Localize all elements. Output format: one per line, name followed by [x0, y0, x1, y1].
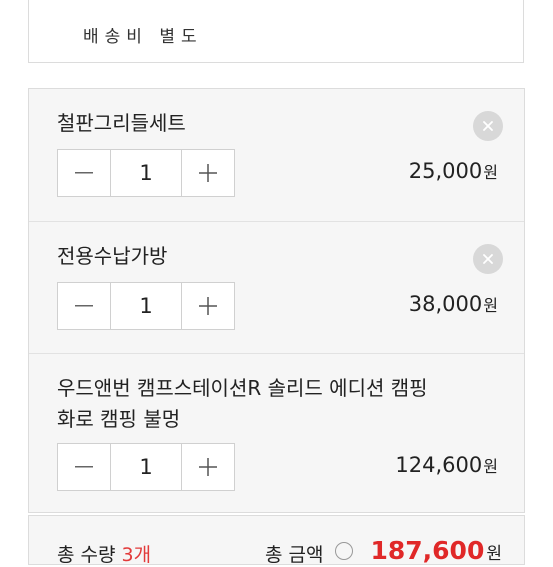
remove-item-button[interactable] — [473, 244, 503, 274]
decrease-quantity-button[interactable] — [58, 283, 110, 329]
selected-items-list: 철판그리들세트 1 25,000원 전용수납가방 1 38,000원 우드앤번 … — [28, 88, 525, 513]
selected-item: 철판그리들세트 1 25,000원 — [29, 89, 524, 221]
item-price-value: 124,600 — [395, 453, 483, 477]
quantity-stepper: 1 — [57, 149, 235, 197]
selected-item: 전용수납가방 1 38,000원 — [29, 221, 524, 354]
increase-quantity-button[interactable] — [182, 150, 234, 196]
item-name: 철판그리들세트 — [57, 111, 186, 135]
previous-option-card: 배송비 별도 — [28, 0, 524, 63]
item-name-line2: 화로 캠핑 불멍 — [57, 407, 181, 431]
plus-icon — [199, 164, 217, 182]
total-quantity: 총 수량 3개 — [57, 540, 151, 567]
item-price: 38,000원 — [409, 292, 498, 316]
item-price: 124,600원 — [395, 453, 498, 477]
currency-label: 원 — [483, 457, 498, 476]
currency-label: 원 — [483, 296, 498, 315]
minus-icon — [75, 466, 93, 468]
plus-icon — [199, 458, 217, 476]
item-price-value: 38,000 — [408, 292, 483, 316]
minus-icon — [75, 172, 93, 174]
order-summary: 총 수량 3개 총 금액 187,600 원 — [28, 515, 525, 567]
total-price: 187,600 원 — [370, 536, 502, 565]
total-price-label: 총 금액 — [265, 544, 324, 566]
selected-item: 우드앤번 캠프스테이션R 솔리드 에디션 캠핑 화로 캠핑 불멍 1 124,6… — [29, 353, 524, 514]
close-icon — [483, 121, 493, 131]
partial-option-text: 배송비 별도 — [83, 27, 203, 47]
decrease-quantity-button[interactable] — [58, 444, 110, 490]
minus-icon — [75, 305, 93, 307]
increase-quantity-button[interactable] — [182, 444, 234, 490]
quantity-input[interactable]: 1 — [110, 150, 182, 196]
decrease-quantity-button[interactable] — [58, 150, 110, 196]
item-price-value: 25,000 — [408, 159, 483, 183]
total-quantity-label: 총 수량 — [57, 544, 116, 566]
total-quantity-value: 3개 — [121, 544, 152, 566]
currency-label: 원 — [486, 544, 502, 564]
item-price: 25,000원 — [409, 159, 498, 183]
increase-quantity-button[interactable] — [182, 283, 234, 329]
item-name: 우드앤번 캠프스테이션R 솔리드 에디션 캠핑 — [57, 376, 428, 400]
currency-label: 원 — [483, 163, 498, 182]
item-name: 전용수납가방 — [57, 244, 168, 268]
close-icon — [483, 254, 493, 264]
plus-icon — [199, 297, 217, 315]
quantity-input[interactable]: 1 — [110, 283, 182, 329]
info-icon[interactable] — [335, 542, 353, 560]
quantity-stepper: 1 — [57, 282, 235, 330]
remove-item-button[interactable] — [473, 111, 503, 141]
total-price-value: 187,600 — [370, 536, 485, 565]
quantity-input[interactable]: 1 — [110, 444, 182, 490]
quantity-stepper: 1 — [57, 443, 235, 491]
